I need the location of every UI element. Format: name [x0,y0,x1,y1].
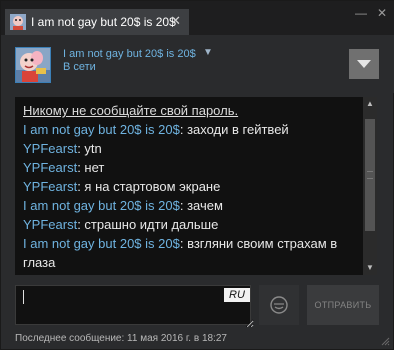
thumb-grip [367,171,373,179]
scroll-thumb[interactable] [365,119,375,231]
tab-close-icon[interactable]: ✕ [170,14,181,28]
emoticon-button[interactable] [259,285,299,325]
message-text: заходи в гейтвей [187,122,289,137]
friend-status: В сети [63,61,96,73]
message-sender[interactable]: YPFearst [23,160,77,175]
message-text: страшно идти дальше [84,217,219,232]
last-message-timestamp: Последнее сообщение: 11 мая 2016 г. в 18… [15,333,227,344]
chat-header: I am not gay but 20$ is 20$ ▼ В сети [1,35,394,93]
message-sender[interactable]: YPFearst [23,179,77,194]
friend-name[interactable]: I am not gay but 20$ is 20$ [63,48,196,60]
chat-message: YPFearst: я на стартовом экране [23,179,221,194]
chevron-down-icon [357,60,371,68]
name-dropdown-icon[interactable]: ▼ [203,47,213,58]
tab-bar: I am not gay but 20$ is 20$ ✕ — ✕ [1,1,394,35]
scroll-up-icon[interactable]: ▲ [363,97,377,111]
message-text: ytn [84,141,102,156]
minimize-icon[interactable]: — [353,5,369,21]
input-language-badge: RU [224,288,250,302]
chat-message: YPFearst: страшно идти дальше [23,217,219,232]
window-close-icon[interactable]: ✕ [374,5,390,21]
chat-message: YPFearst: нет [23,160,105,175]
message-composer[interactable]: RU [15,285,254,328]
message-sender[interactable]: I am not gay but 20$ is 20$ [23,122,180,137]
message-text: я на стартовом экране [84,179,221,194]
chat-message: I am not gay but 20$ is 20$: заходи в ге… [23,122,289,137]
chat-menu-button[interactable] [349,49,379,79]
message-area: Никому не сообщайте свой пароль. I am not… [15,97,363,275]
tab-title: I am not gay but 20$ is 20$ [31,15,176,29]
message-input[interactable] [16,286,254,328]
message-text: нет [84,160,105,175]
chat-tab[interactable]: I am not gay but 20$ is 20$ ✕ [5,9,189,35]
chat-message: YPFearst: ytn [23,141,102,156]
avatar[interactable] [15,47,51,83]
resize-grip-icon[interactable] [380,336,390,346]
message-sender[interactable]: I am not gay but 20$ is 20$ [23,274,180,275]
message-sender[interactable]: YPFearst [23,217,77,232]
avatar-icon [10,14,26,30]
message-text: зачем [187,198,223,213]
scrollbar[interactable]: ▲ ▼ [363,97,377,275]
send-button[interactable]: ОТПРАВИТЬ [307,285,379,325]
warning-text: Никому не сообщайте свой пароль. [23,103,239,118]
password-warning: Никому не сообщайте свой пароль. [23,101,357,120]
message-sender[interactable]: I am not gay but 20$ is 20$ [23,236,180,251]
message-list: Никому не сообщайте свой пароль. I am not… [23,101,357,275]
chat-message: I am not gay but 20$ is 20$: взгляни сво… [23,236,338,270]
message-sender[interactable]: YPFearst [23,141,77,156]
chat-message: I am not gay but 20$ is 20$: [23,272,357,275]
chat-window: I am not gay but 20$ is 20$ ✕ — ✕ I am n… [0,0,394,350]
text-caret [23,290,24,304]
smiley-icon [270,296,288,314]
scroll-down-icon[interactable]: ▼ [363,261,377,275]
chat-message: I am not gay but 20$ is 20$: зачем [23,198,223,213]
message-sender[interactable]: I am not gay but 20$ is 20$ [23,198,180,213]
